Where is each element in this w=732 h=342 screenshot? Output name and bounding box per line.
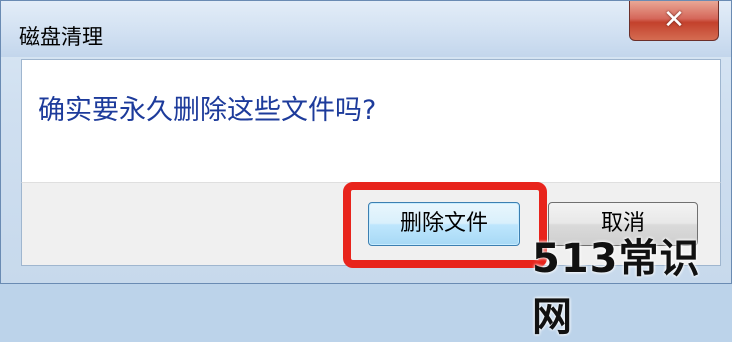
delete-files-button[interactable]: 删除文件	[368, 202, 520, 246]
close-button[interactable]: ✕	[629, 1, 719, 41]
window-title: 磁盘清理	[19, 25, 103, 49]
message-area: 确实要永久删除这些文件吗?	[21, 59, 721, 183]
title-bar[interactable]: 磁盘清理 ✕	[1, 1, 731, 57]
watermark-logo: 513常识网	[532, 236, 701, 340]
confirmation-message: 确实要永久删除这些文件吗?	[38, 95, 377, 126]
close-icon: ✕	[663, 5, 685, 35]
